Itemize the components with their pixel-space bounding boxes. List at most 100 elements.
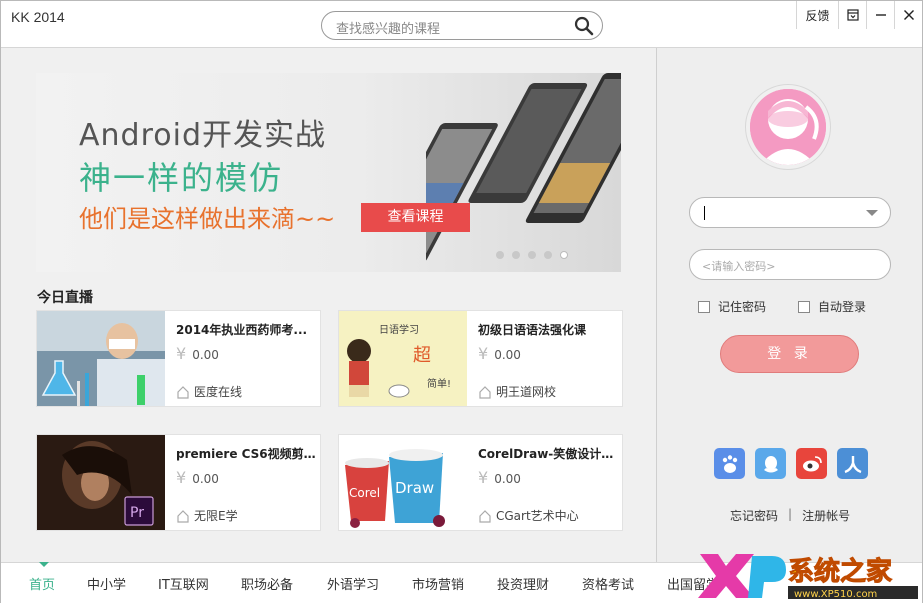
course-price: ¥0.00 <box>176 468 219 487</box>
renren-login-button[interactable] <box>837 448 868 479</box>
course-title: premiere CS6视频剪辑... <box>176 447 316 461</box>
forgot-password-link[interactable]: 忘记密码 <box>730 507 778 524</box>
banner-line-2: 神一样的模仿 <box>79 159 284 197</box>
login-panel: <请输入密码> 记住密码 自动登录 登 录 忘记密码 | 注册帐号 <box>656 48 922 562</box>
baidu-login-button[interactable] <box>714 448 745 479</box>
search-input[interactable]: 查找感兴趣的课程 <box>321 11 603 40</box>
link-separator: | <box>788 507 793 521</box>
nav-item-k12[interactable]: 中小学 <box>87 574 126 593</box>
password-placeholder: <请输入密码> <box>702 260 776 273</box>
price-value: 0.00 <box>494 472 521 486</box>
view-course-button[interactable]: 查看课程 <box>361 203 470 232</box>
remember-password-label: 记住密码 <box>718 300 767 314</box>
minimize-button[interactable] <box>866 1 894 29</box>
chevron-down-icon[interactable] <box>866 210 878 216</box>
active-indicator <box>39 562 49 567</box>
org-name: 明王道网校 <box>496 385 557 399</box>
account-input[interactable] <box>689 197 891 228</box>
nav-item-language[interactable]: 外语学习 <box>327 574 379 593</box>
main-content: Android开发实战 神一样的模仿 他们是这样做出来滴~~ 查看课程 今日直播 <box>1 48 656 562</box>
thumb-corel-a: Corel <box>349 486 380 500</box>
text-cursor <box>704 206 705 220</box>
register-link[interactable]: 注册帐号 <box>802 507 850 524</box>
minimize-icon <box>875 14 886 16</box>
close-button[interactable] <box>894 1 922 29</box>
carousel-dot[interactable] <box>544 251 552 259</box>
currency-symbol: ¥ <box>478 344 489 363</box>
qq-login-button[interactable] <box>755 448 786 479</box>
course-card[interactable]: 2014年执业西药师考... ¥0.00 医度在线 <box>36 310 321 407</box>
avatar[interactable] <box>745 84 831 170</box>
thumb-japanese-extra: 简单! <box>427 377 451 390</box>
course-card[interactable]: Pr premiere CS6视频剪辑... ¥0.00 无限E学 <box>36 434 321 531</box>
course-org[interactable]: CGart艺术中心 <box>478 507 579 524</box>
nav-item-it[interactable]: IT互联网 <box>158 574 209 593</box>
org-name: 无限E学 <box>194 509 238 523</box>
course-org[interactable]: 医度在线 <box>176 383 242 400</box>
qq-icon <box>763 455 778 472</box>
price-value: 0.00 <box>494 348 521 362</box>
feedback-button[interactable]: 反馈 <box>796 1 838 29</box>
renren-icon <box>844 455 861 473</box>
menu-icon <box>846 9 859 21</box>
org-name: CGart艺术中心 <box>496 509 579 523</box>
price-value: 0.00 <box>192 348 219 362</box>
home-icon <box>479 509 491 523</box>
app-screens-image <box>426 73 621 263</box>
site-watermark-logo: 系统之家 www.XP510.com <box>698 554 918 600</box>
nav-item-finance[interactable]: 投资理财 <box>497 574 549 593</box>
course-card[interactable]: Corel Draw CorelDraw-笑傲设计职场 ¥0.00 CGart艺… <box>338 434 623 531</box>
course-thumbnail: 日语学习 超 简单! <box>339 311 467 406</box>
course-title: CorelDraw-笑傲设计职场 <box>478 447 618 461</box>
course-title: 2014年执业西药师考... <box>176 323 308 337</box>
checkbox[interactable] <box>798 300 810 313</box>
carousel-dot[interactable] <box>512 251 520 259</box>
remember-password-checkbox[interactable]: 记住密码 <box>698 298 766 315</box>
nav-item-career[interactable]: 职场必备 <box>241 574 293 593</box>
window-controls: 反馈 <box>796 1 922 31</box>
login-button[interactable]: 登 录 <box>720 335 859 373</box>
auto-login-checkbox[interactable]: 自动登录 <box>798 298 866 315</box>
watermark-url: www.XP510.com <box>794 589 877 600</box>
course-card[interactable]: 日语学习 超 简单! 初级日语语法强化课 ¥0.00 明王道网校 <box>338 310 623 407</box>
menu-button[interactable] <box>838 1 866 29</box>
home-icon <box>479 385 491 399</box>
carousel-dot-active[interactable] <box>560 251 568 259</box>
weibo-login-button[interactable] <box>796 448 827 479</box>
banner-line-3: 他们是这样做出来滴~~ <box>79 205 336 233</box>
course-thumbnail: Pr <box>37 435 165 530</box>
course-title: 初级日语语法强化课 <box>478 323 587 337</box>
banner-line-1: Android开发实战 <box>79 118 326 153</box>
nav-item-certification[interactable]: 资格考试 <box>582 574 634 593</box>
thumb-japanese-text: 日语学习 <box>379 323 419 336</box>
search-icon[interactable] <box>574 16 594 36</box>
watermark-name: 系统之家 <box>788 556 892 587</box>
thumb-japanese-big: 超 <box>413 345 431 366</box>
thumb-premiere-badge: Pr <box>130 505 144 521</box>
org-name: 医度在线 <box>194 385 243 399</box>
course-org[interactable]: 明王道网校 <box>478 383 556 400</box>
course-thumbnail <box>37 311 165 406</box>
carousel-dot[interactable] <box>528 251 536 259</box>
auto-login-label: 自动登录 <box>818 300 867 314</box>
app-title: KK 2014 <box>11 9 65 25</box>
close-icon <box>903 10 914 20</box>
promo-banner[interactable]: Android开发实战 神一样的模仿 他们是这样做出来滴~~ 查看课程 <box>36 73 621 272</box>
currency-symbol: ¥ <box>176 344 187 363</box>
section-title: 今日直播 <box>37 290 93 306</box>
price-value: 0.00 <box>192 472 219 486</box>
social-login-row <box>714 448 868 479</box>
currency-symbol: ¥ <box>478 468 489 487</box>
password-input[interactable]: <请输入密码> <box>689 249 891 280</box>
carousel-dot[interactable] <box>496 251 504 259</box>
search-placeholder: 查找感兴趣的课程 <box>336 22 441 37</box>
checkbox[interactable] <box>698 300 710 313</box>
nav-item-marketing[interactable]: 市场营销 <box>412 574 464 593</box>
course-price: ¥0.00 <box>478 344 521 363</box>
app-window: KK 2014 查找感兴趣的课程 反馈 Android开发实战 神一样的模仿 他… <box>0 0 923 603</box>
course-thumbnail: Corel Draw <box>339 435 467 530</box>
course-org[interactable]: 无限E学 <box>176 507 238 524</box>
nav-item-home[interactable]: 首页 <box>29 574 55 593</box>
currency-symbol: ¥ <box>176 468 187 487</box>
account-links: 忘记密码 | 注册帐号 <box>730 507 850 524</box>
